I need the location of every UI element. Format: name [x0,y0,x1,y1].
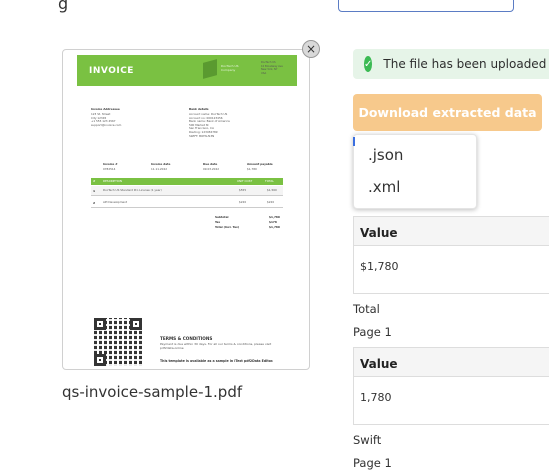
th-num: # [93,179,96,183]
download-extracted-data-button[interactable]: Download extracted data [353,94,542,131]
row-num: 1 [93,189,96,193]
terms-footer: This template is available as a sample i… [160,359,274,363]
terms-title: TERMS & CONDITIONS [160,336,213,341]
close-icon: × [305,42,317,56]
field-label-swift: Swift [353,433,382,447]
total-label: Total (Incl. Tax) [215,225,240,229]
meta-value-invoice-no: 0782514 [103,167,116,171]
file-name: qs-invoice-sample-1.pdf [62,383,243,401]
row-desc: API Development [103,200,128,204]
success-message: The file has been uploaded and [383,57,549,71]
result-table: Value 1,780 [353,347,549,425]
th-total: TOTAL [265,179,274,183]
bank-details: Account name: DocTech US Account no: 000… [189,112,230,138]
invoice-table-header: # DESCRIPTION UNIT COST TOTAL [91,178,283,185]
meta-value-due-date: 09.03.2022 [203,167,220,171]
invoice-title: INVOICE [89,65,134,76]
result-value: $1,780 [360,260,399,273]
brand-logo-icon [203,59,217,79]
close-preview-button[interactable]: × [302,40,320,58]
upload-success-alert: ✓ The file has been uploaded and [353,49,549,79]
qr-code-icon [94,318,142,366]
total-value: $1,780 [269,225,280,229]
meta-value-invoice-date: 11.11.2022 [151,167,168,171]
th-description: DESCRIPTION [103,179,122,183]
row-cost: $220 [239,200,247,204]
brand-name: DocTech US Company [221,64,239,72]
dropdown-option-xml[interactable]: .xml [368,178,400,196]
pdf-preview-card: INVOICE DocTech US Company DocTech US 10… [62,49,310,370]
row-cost: $555 [239,188,247,192]
meta-value-amount: $1,780 [247,167,257,171]
field-page-swift: Page 1 [353,456,392,470]
row-total: $1,560 [267,188,277,192]
top-input-field[interactable] [338,0,514,12]
field-label-total: Total [353,302,380,316]
bill-to-details: 123 St. Street City 12345 +1 555 123 456… [91,112,122,127]
row-total: $220 [267,200,275,204]
brand-address: DocTech US 10 Broadway Ave New York, NY … [261,61,283,75]
result-table-header: Value [354,348,549,377]
field-page-total: Page 1 [353,325,392,339]
top-partial-text: g [58,0,69,13]
dropdown-focus-marker [353,137,355,146]
result-table-header: Value [354,217,549,246]
row-num: 2 [93,201,96,205]
format-dropdown-menu: .json .xml [353,134,477,209]
row-desc: DocTech US Standard Pro License (1 year) [103,188,162,192]
invoice-header-band: INVOICE DocTech US Company DocTech US 10… [77,55,297,86]
result-value: 1,780 [360,391,392,404]
result-table: Value $1,780 [353,216,549,294]
th-unit-cost: UNIT COST [237,179,253,183]
terms-text: Payment is due within 30 days. For all o… [160,342,272,350]
table-row: 1 DocTech US Standard Pro License (1 yea… [91,186,283,196]
dropdown-option-json[interactable]: .json [368,146,403,164]
check-circle-icon: ✓ [364,56,373,72]
table-row: 2 API Development $220 $220 [91,198,283,208]
